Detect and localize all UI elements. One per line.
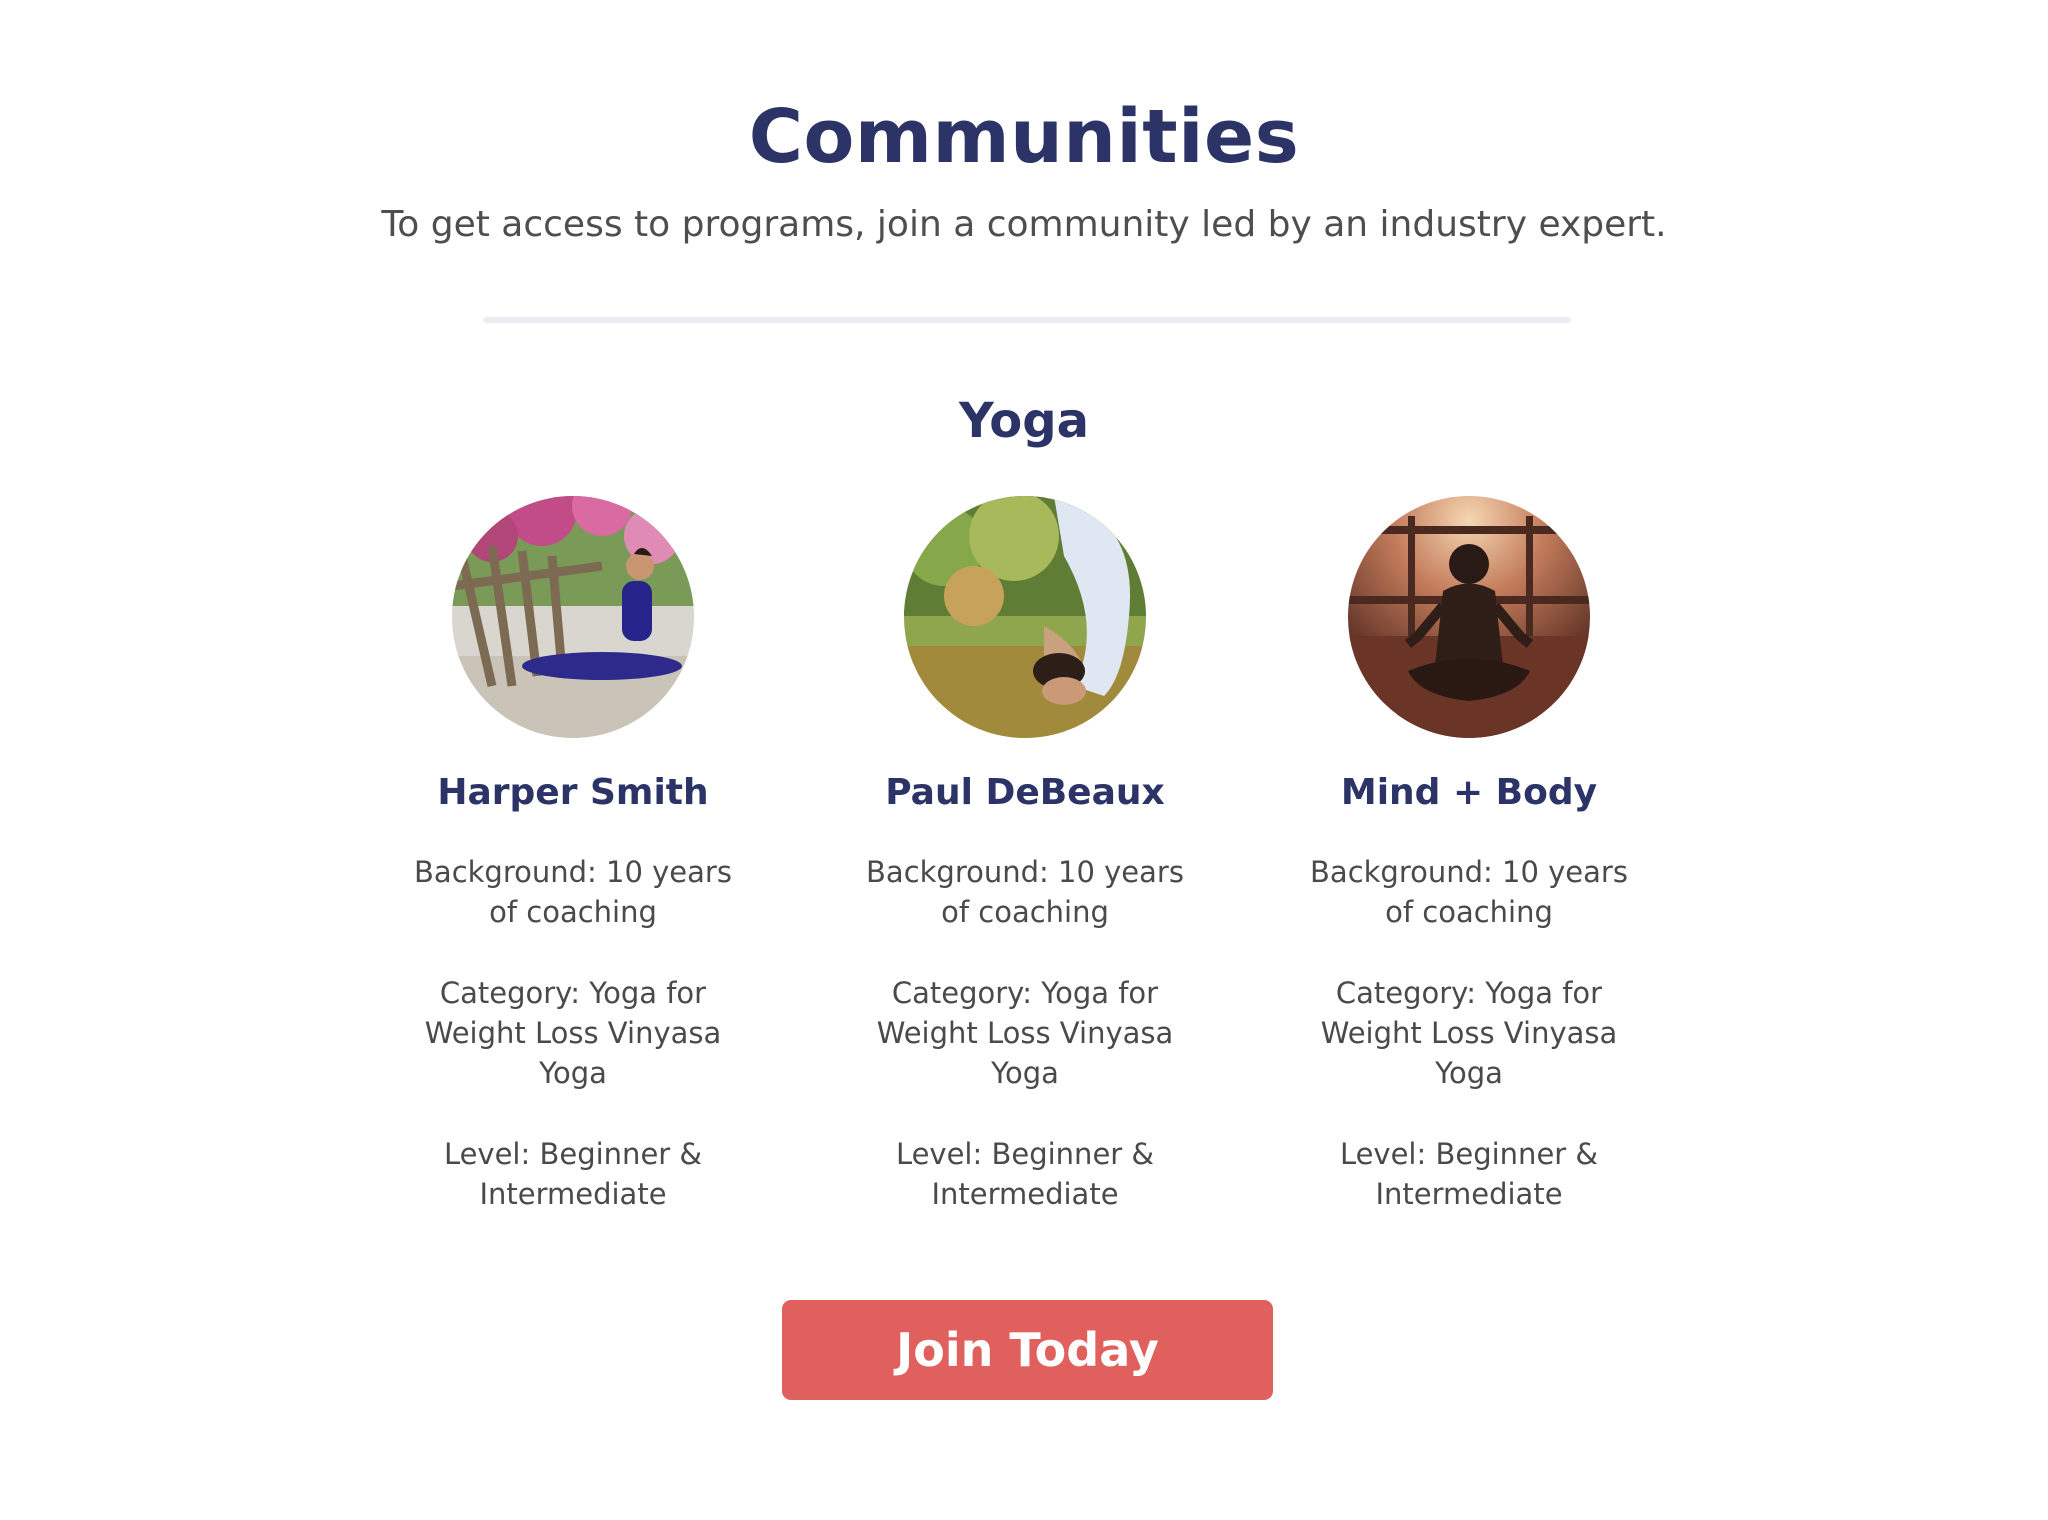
community-background: Background: 10 years of coaching	[866, 855, 1184, 929]
community-details: Background: 10 years of coaching Categor…	[805, 852, 1245, 1214]
community-name[interactable]: Mind + Body	[1249, 768, 1689, 818]
community-card-mind-body[interactable]: Mind + Body Background: 10 years of coac…	[1249, 496, 1689, 1255]
communities-page: Communities To get access to programs, j…	[0, 0, 2048, 1520]
community-category: Category: Yoga for Weight Loss Vinyasa Y…	[424, 976, 722, 1090]
page-subtitle: To get access to programs, join a commun…	[381, 204, 1667, 245]
community-background: Background: 10 years of coaching	[1310, 855, 1628, 929]
join-today-button[interactable]: Join Today	[782, 1300, 1273, 1400]
community-level: Level: Beginner & Intermediate	[1339, 1137, 1599, 1211]
community-level: Level: Beginner & Intermediate	[895, 1137, 1155, 1211]
community-photo-paul-debeaux[interactable]	[904, 496, 1146, 738]
meditation-sunset-image	[1348, 496, 1590, 738]
section-title-yoga: Yoga	[958, 393, 1090, 449]
yoga-backbend-park-image	[904, 496, 1146, 738]
community-background: Background: 10 years of coaching	[414, 855, 732, 929]
yoga-pose-outdoor-image	[452, 496, 694, 738]
section-divider	[483, 317, 1571, 323]
community-category: Category: Yoga for Weight Loss Vinyasa Y…	[1320, 976, 1618, 1090]
community-details: Background: 10 years of coaching Categor…	[353, 852, 793, 1214]
community-photo-harper-smith[interactable]	[452, 496, 694, 738]
community-photo-mind-body[interactable]	[1348, 496, 1590, 738]
community-category: Category: Yoga for Weight Loss Vinyasa Y…	[876, 976, 1174, 1090]
community-card-paul-debeaux[interactable]: Paul DeBeaux Background: 10 years of coa…	[805, 496, 1245, 1255]
community-details: Background: 10 years of coaching Categor…	[1249, 852, 1689, 1214]
community-name[interactable]: Harper Smith	[353, 768, 793, 818]
community-level: Level: Beginner & Intermediate	[443, 1137, 703, 1211]
page-title: Communities	[748, 94, 1300, 180]
community-name[interactable]: Paul DeBeaux	[805, 768, 1245, 818]
community-card-harper-smith[interactable]: Harper Smith Background: 10 years of coa…	[353, 496, 793, 1255]
